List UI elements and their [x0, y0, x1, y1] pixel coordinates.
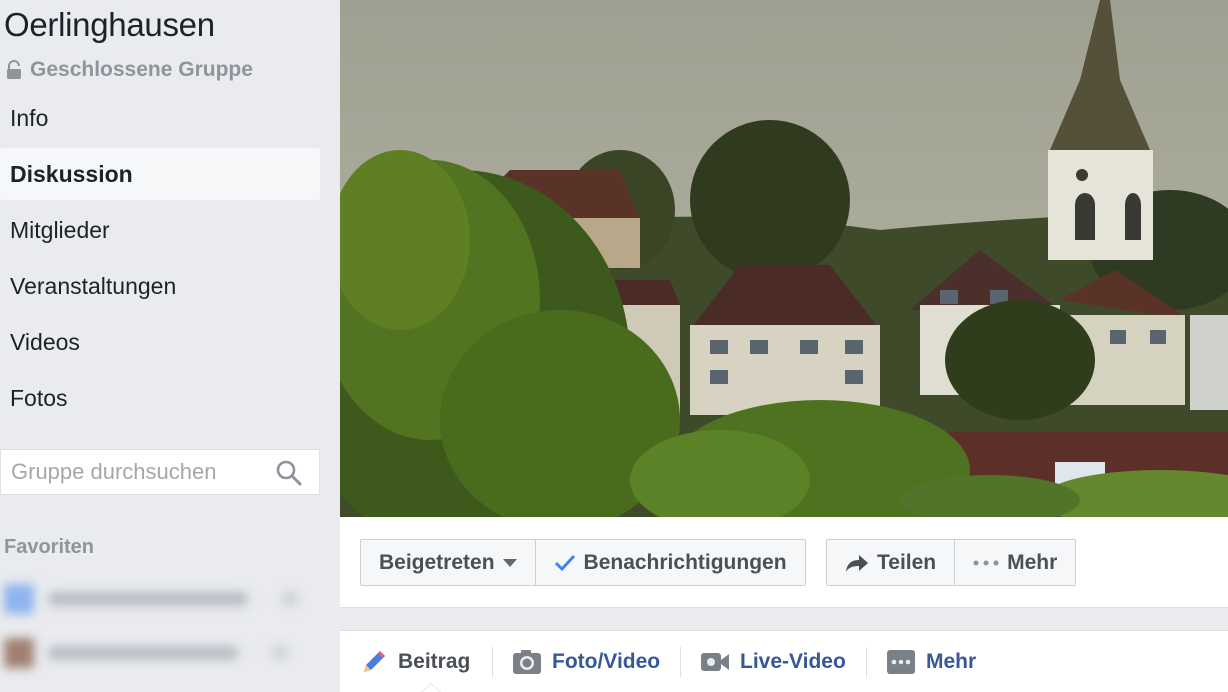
favorites-label: Favoriten [4, 536, 95, 558]
group-action-bar: Beigetreten Benachrichtigungen Teilen Me… [340, 517, 1228, 608]
share-button-group: Teilen Mehr [826, 539, 1077, 586]
group-privacy-label: Geschlossene Gruppe [30, 58, 253, 81]
more-actions-label: Mehr [1007, 550, 1058, 574]
group-title[interactable]: Oerlinghausen [4, 6, 215, 44]
nav-item-label: Videos [10, 328, 80, 355]
checkmark-icon [554, 554, 575, 571]
nav-item-diskussion[interactable]: Diskussion [0, 148, 320, 200]
favorite-name-blurred [48, 646, 238, 660]
composer-tab-label: Beitrag [398, 650, 471, 673]
nav-item-fotos[interactable]: Fotos [0, 372, 320, 424]
more-actions-button[interactable]: Mehr [954, 540, 1075, 585]
nav-item-veranstaltungen[interactable]: Veranstaltungen [0, 260, 320, 312]
composer-tab-label: Live-Video [740, 650, 846, 673]
favorite-item[interactable] [4, 578, 320, 620]
favorite-count-blurred [282, 592, 298, 606]
pencil-icon [364, 651, 385, 672]
composer-tab-label: Mehr [926, 650, 977, 673]
active-tab-indicator [420, 683, 442, 692]
notifications-label: Benachrichtigungen [583, 550, 787, 574]
composer-tab-label: Foto/Video [552, 650, 661, 673]
favorite-count-blurred [272, 646, 288, 660]
post-composer: Beitrag Foto/Video Live-Video Mehr [340, 630, 1228, 692]
more-dots-icon [887, 650, 915, 674]
joined-button[interactable]: Beigetreten [361, 540, 535, 585]
nav-item-label: Diskussion [10, 160, 133, 187]
share-label: Teilen [877, 550, 937, 574]
nav-item-label: Fotos [10, 384, 68, 411]
nav-item-label: Info [10, 104, 49, 131]
composer-tab-more[interactable]: Mehr [886, 645, 976, 679]
cover-photo[interactable] [340, 0, 1228, 517]
chevron-down-icon [502, 558, 517, 567]
composer-tab-post[interactable]: Beitrag [360, 645, 470, 679]
membership-button-group: Beigetreten Benachrichtigungen [360, 539, 806, 586]
composer-separator [492, 647, 493, 677]
favorite-item[interactable] [4, 632, 320, 674]
lock-icon [7, 60, 21, 79]
composer-separator [866, 647, 867, 677]
camera-icon [513, 650, 541, 674]
notifications-button[interactable]: Benachrichtigungen [534, 540, 805, 585]
group-search-input[interactable] [11, 459, 271, 485]
composer-tab-live-video[interactable]: Live-Video [700, 645, 846, 679]
search-icon[interactable] [275, 459, 303, 487]
composer-tab-photo-video[interactable]: Foto/Video [512, 645, 660, 679]
group-privacy: Geschlossene Gruppe [6, 58, 253, 82]
group-sidebar: Oerlinghausen Geschlossene Gruppe Info D… [0, 0, 340, 692]
video-camera-icon [701, 653, 729, 671]
group-search [0, 449, 320, 495]
nav-item-info[interactable]: Info [0, 92, 320, 144]
composer-separator [680, 647, 681, 677]
favorite-thumbnail [4, 638, 34, 668]
nav-item-mitglieder[interactable]: Mitglieder [0, 204, 320, 256]
more-dots-icon [973, 560, 999, 565]
cover-photo-image [340, 0, 1228, 517]
favorite-name-blurred [48, 592, 248, 606]
share-arrow-icon [846, 554, 868, 572]
favorite-thumbnail [4, 584, 34, 614]
nav-item-videos[interactable]: Videos [0, 316, 320, 368]
joined-label: Beigetreten [379, 550, 495, 574]
share-button[interactable]: Teilen [827, 540, 954, 585]
nav-item-label: Mitglieder [10, 216, 110, 243]
nav-item-label: Veranstaltungen [10, 272, 177, 299]
